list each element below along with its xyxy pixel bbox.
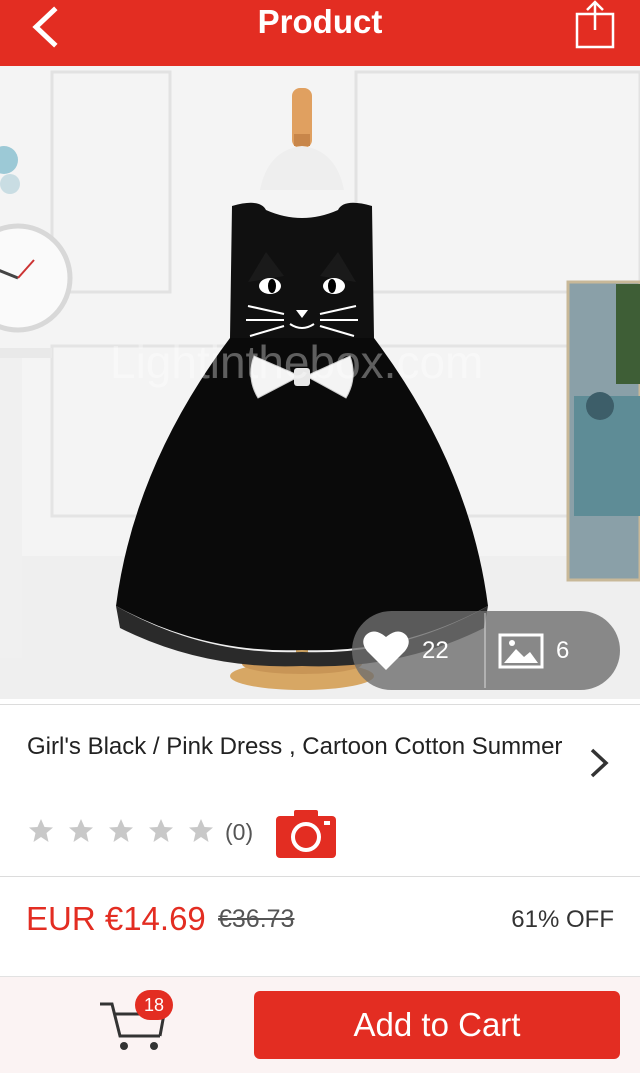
star-icon — [69, 819, 93, 842]
chevron-right-icon[interactable] — [586, 746, 612, 780]
star-icon — [109, 819, 133, 842]
sale-price: EUR €14.69 — [26, 900, 206, 937]
divider — [0, 876, 640, 877]
product-image[interactable]: Lightinthebox.com — [0, 66, 640, 699]
share-icon[interactable] — [570, 0, 620, 52]
camera-icon[interactable] — [276, 806, 336, 858]
product-name[interactable]: Girl's Black / Pink Dress , Cartoon Cott… — [27, 729, 567, 765]
discount-label: 61% OFF — [511, 906, 614, 933]
heart-icon — [363, 631, 409, 670]
photos-count: 6 — [556, 637, 570, 664]
top-bar: Product — [0, 0, 640, 66]
divider — [0, 704, 640, 705]
add-to-cart-button[interactable]: Add to Cart — [254, 991, 620, 1059]
review-count: (0) — [225, 819, 254, 845]
page-title: Product — [257, 3, 383, 40]
favorites-count: 22 — [422, 637, 449, 664]
image-icon — [498, 633, 544, 669]
image-stats-pill: 22 6 — [352, 611, 620, 690]
favorite-button[interactable]: 22 — [352, 611, 484, 690]
star-icon — [189, 819, 213, 842]
original-price: €36.73 — [218, 905, 295, 933]
watermark: Lightinthebox.com — [110, 336, 483, 388]
cart-count-badge: 18 — [135, 990, 173, 1020]
gallery-button[interactable]: 6 — [486, 611, 620, 690]
star-icon — [149, 819, 173, 842]
star-icon — [29, 819, 53, 842]
